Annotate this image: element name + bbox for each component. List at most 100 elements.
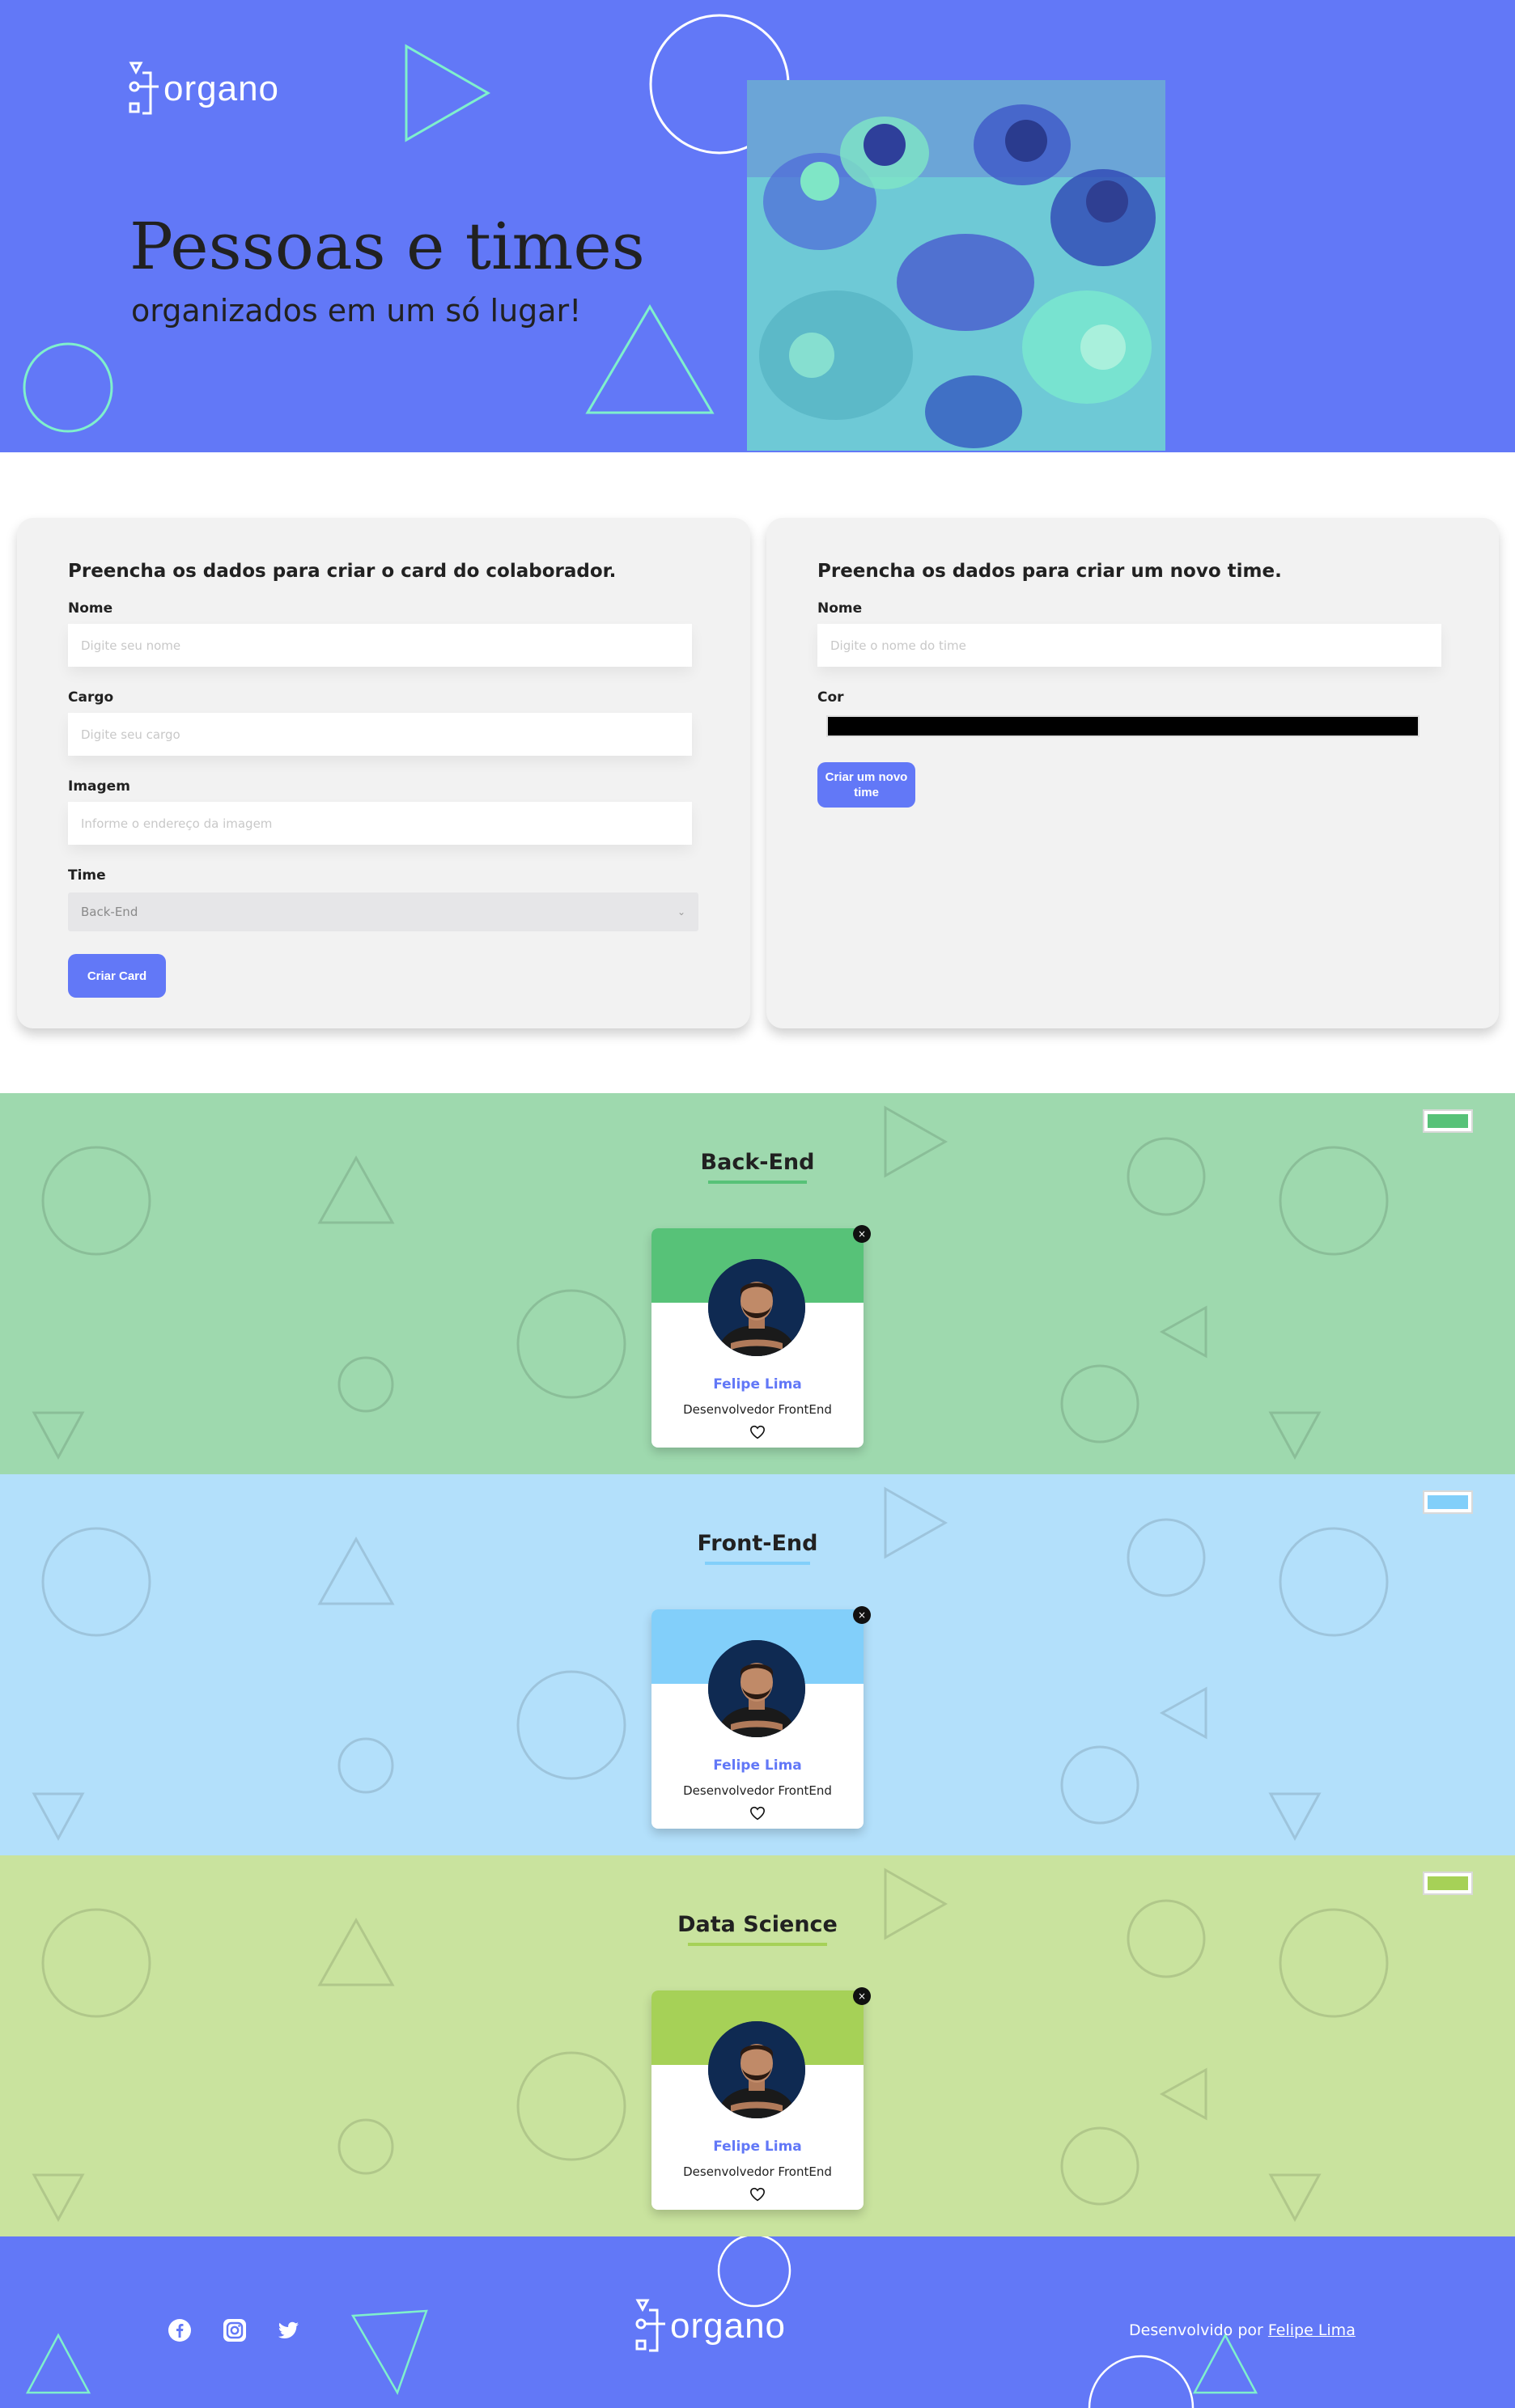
collaborator-name: Felipe Lima <box>713 2139 802 2155</box>
hero-photo <box>747 80 1165 451</box>
author-link[interactable]: Felipe Lima <box>1268 2321 1356 2339</box>
footer-circle-bottom <box>1088 2355 1195 2408</box>
collaborator-card: Felipe Lima Desenvolvedor FrontEnd <box>651 1228 864 1448</box>
team-color-input[interactable] <box>1423 1109 1473 1133</box>
pattern-triangle <box>1268 2173 1322 2223</box>
collaborator-name: Felipe Lima <box>713 1376 802 1393</box>
pattern-circle <box>1060 1364 1139 1444</box>
heart-icon[interactable] <box>749 2187 766 2202</box>
team-title-underline <box>705 1562 810 1565</box>
team-select[interactable]: Back-End ⌄ <box>68 892 698 931</box>
delete-card-button[interactable]: × <box>853 1987 871 2005</box>
footer-circle-top <box>717 2236 791 2308</box>
team-form-heading: Preencha os dados para criar um novo tim… <box>817 561 1282 582</box>
avatar-photo <box>708 1640 805 1737</box>
hero-subtitle: organizados em um só lugar! <box>131 293 582 329</box>
pattern-triangle <box>1159 1686 1207 1740</box>
collaborator-card: Felipe Lima Desenvolvedor FrontEnd <box>651 1609 864 1829</box>
team-hands-photo <box>747 80 1165 451</box>
hero-triangle-up <box>585 304 715 414</box>
pattern-triangle <box>1159 2067 1207 2121</box>
team-title: Back-End <box>700 1150 815 1175</box>
pattern-circle <box>337 1356 394 1413</box>
organo-logo-icon <box>635 2299 665 2352</box>
team-section: Front-End Felipe Lima Desenvolvedor FrontE… <box>0 1474 1515 1855</box>
pattern-circle <box>516 1670 626 1780</box>
pattern-triangle <box>32 1792 85 1842</box>
footer-logo[interactable]: organo <box>634 2297 786 2355</box>
team-name-label: Nome <box>817 600 863 617</box>
team-color-fill <box>1428 1114 1468 1128</box>
team-name-input[interactable] <box>817 624 1441 667</box>
team-color-input[interactable] <box>1423 1872 1473 1895</box>
create-team-button[interactable]: Criar um novo time <box>817 762 915 808</box>
pattern-circle <box>516 1289 626 1399</box>
chevron-down-icon: ⌄ <box>677 906 685 918</box>
pattern-circle <box>1060 1745 1139 1825</box>
team-color-fill <box>1428 1876 1468 1890</box>
team-title-underline <box>688 1943 827 1946</box>
avatar <box>708 2021 805 2118</box>
team-color-fill <box>1428 1495 1468 1509</box>
pattern-circle <box>1060 2126 1139 2206</box>
logo-text: organo <box>670 2306 787 2346</box>
logo-text: organo <box>163 69 280 108</box>
collaborator-name: Felipe Lima <box>713 1757 802 1774</box>
name-label: Nome <box>68 600 113 617</box>
hero-banner: organo Pessoas e times organizados em um… <box>0 0 1515 452</box>
footer-triangle-right <box>1192 2333 1258 2394</box>
collaborator-card: Felipe Lima Desenvolvedor FrontEnd <box>651 1990 864 2210</box>
collaborator-form-heading: Preencha os dados para criar o card do c… <box>68 561 617 582</box>
collaborator-role: Desenvolvedor FrontEnd <box>683 1783 832 1798</box>
footer: organo Desenvolvido por Felipe Lima <box>0 2236 1515 2408</box>
instagram-icon[interactable] <box>223 2318 247 2342</box>
heart-icon[interactable] <box>749 1425 766 1439</box>
team-form: Preencha os dados para criar um novo tim… <box>766 518 1499 1028</box>
pattern-triangle <box>32 2173 85 2223</box>
avatar-photo <box>708 2021 805 2118</box>
footer-triangle-left <box>25 2333 91 2394</box>
collaborator-role: Desenvolvedor FrontEnd <box>683 1402 832 1417</box>
twitter-icon[interactable] <box>276 2318 300 2342</box>
pattern-triangle <box>1159 1305 1207 1359</box>
hero-circle-left <box>23 342 113 433</box>
pattern-triangle <box>32 1411 85 1460</box>
collaborator-form: Preencha os dados para criar o card do c… <box>17 518 750 1028</box>
pattern-triangle <box>1268 1792 1322 1842</box>
pattern-triangle <box>1268 1411 1322 1460</box>
team-title: Front-End <box>697 1531 818 1556</box>
pattern-circle <box>516 2051 626 2161</box>
footer-credit: Desenvolvido por Felipe Lima <box>1129 2321 1356 2339</box>
team-color-input[interactable] <box>1423 1490 1473 1514</box>
collaborator-role: Desenvolvedor FrontEnd <box>683 2164 832 2179</box>
team-section: Back-End Felipe Lima Desenvolvedor FrontEn… <box>0 1093 1515 1474</box>
hero-triangle-right <box>405 44 491 142</box>
role-label: Cargo <box>68 689 114 706</box>
hero-title: Pessoas e times <box>129 209 645 284</box>
image-label: Imagem <box>68 778 130 795</box>
avatar <box>708 1640 805 1737</box>
team-label: Time <box>68 867 106 884</box>
team-title: Data Science <box>677 1912 838 1937</box>
name-input[interactable] <box>68 624 692 667</box>
avatar-photo <box>708 1259 805 1356</box>
pattern-circle <box>337 1737 394 1794</box>
team-title-underline <box>708 1181 807 1184</box>
team-section: Data Science Felipe Lima Desenvolvedor Fro… <box>0 1855 1515 2236</box>
heart-icon[interactable] <box>749 1806 766 1821</box>
avatar <box>708 1259 805 1356</box>
color-label: Cor <box>817 689 844 706</box>
header-logo[interactable]: organo <box>128 60 279 118</box>
organo-logo-icon <box>129 61 159 115</box>
facebook-icon[interactable] <box>168 2318 192 2342</box>
team-select-value: Back-End <box>81 905 138 919</box>
footer-triangle-mid <box>350 2309 428 2395</box>
credit-prefix: Desenvolvido por <box>1129 2321 1268 2339</box>
create-card-button[interactable]: Criar Card <box>68 954 166 998</box>
delete-card-button[interactable]: × <box>853 1225 871 1243</box>
team-color-picker[interactable] <box>826 715 1420 737</box>
image-input[interactable] <box>68 802 692 845</box>
delete-card-button[interactable]: × <box>853 1606 871 1624</box>
pattern-circle <box>337 2118 394 2175</box>
role-input[interactable] <box>68 713 692 756</box>
